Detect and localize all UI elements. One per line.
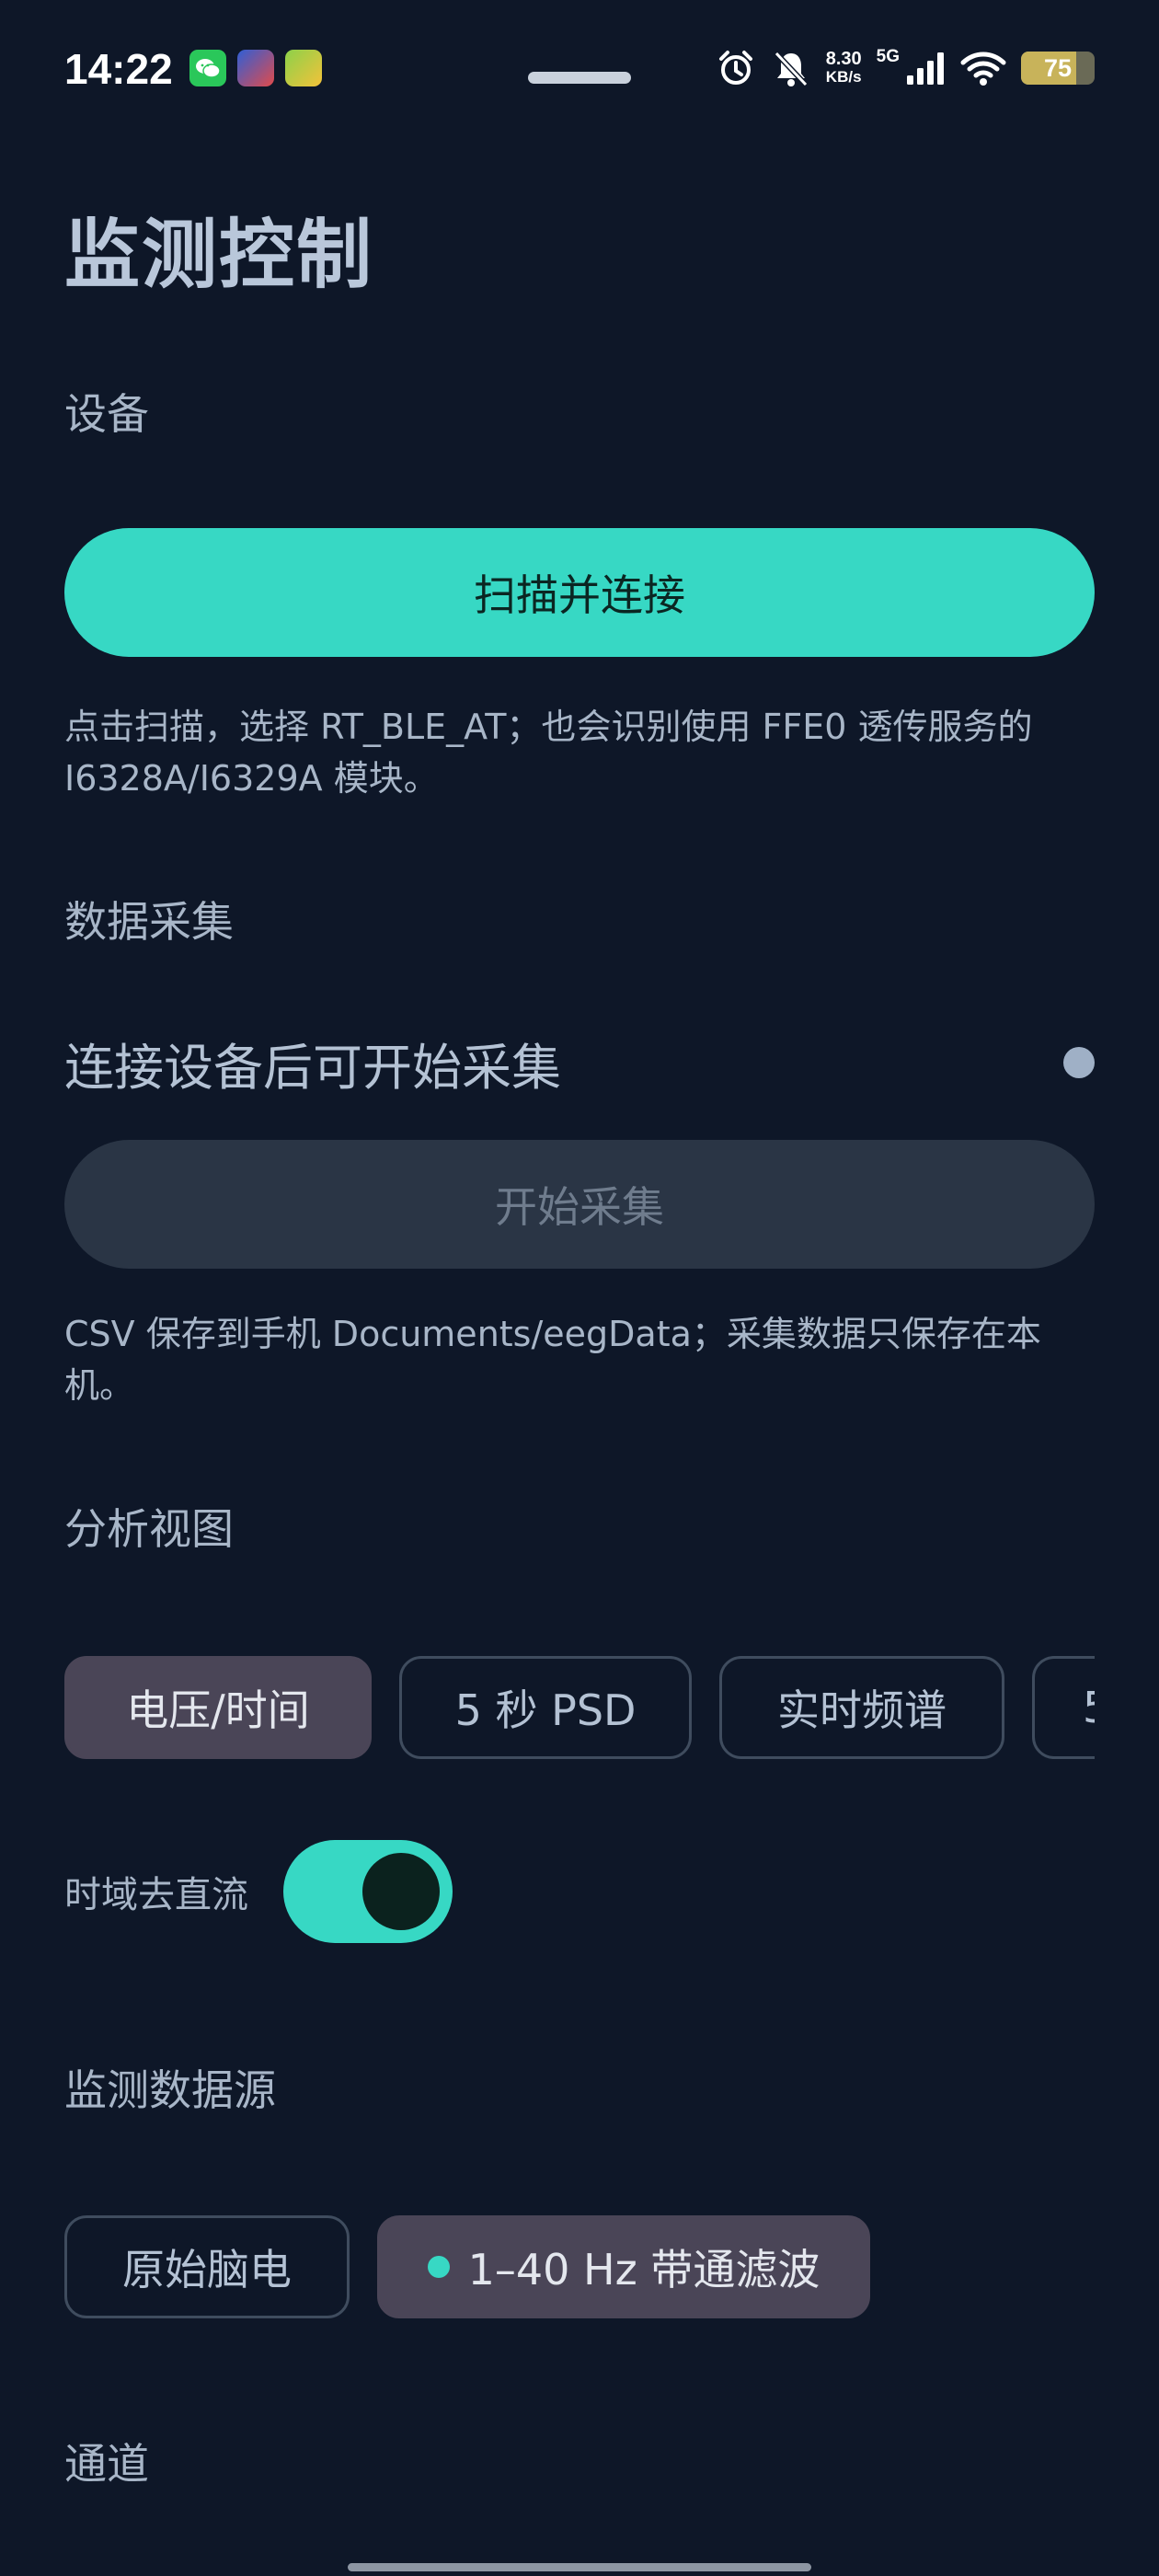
channel-section-label: 通道	[64, 2439, 149, 2489]
status-time: 14:22	[64, 45, 173, 93]
monitor-control-screen: 14:22 8.30 KB/s 5G 75 监测控制 设备 扫描并连接 点击扫描…	[0, 0, 1159, 2576]
view-tab-more[interactable]: 5	[1032, 1656, 1095, 1759]
analysis-view-tabs: 电压/时间 5 秒 PSD 实时频谱 5	[64, 1656, 1095, 1759]
home-indicator[interactable]	[348, 2563, 811, 2571]
game-app-icon	[237, 50, 274, 86]
status-right-icons: 8.30 KB/s 5G 75	[716, 47, 1095, 88]
view-tab-realtime-spectrum[interactable]: 实时频谱	[719, 1656, 1004, 1759]
game-app-icon	[285, 50, 322, 86]
wechat-icon	[189, 50, 226, 86]
signal-icon	[907, 52, 944, 85]
view-tab-5s-psd[interactable]: 5 秒 PSD	[399, 1656, 692, 1759]
connection-status-dot	[1063, 1047, 1095, 1078]
selected-indicator-dot	[427, 2256, 450, 2278]
dc-removal-row: 时域去直流	[64, 1840, 453, 1943]
acquisition-hint-text: CSV 保存到手机 Documents/eegData；采集数据只保存在本机。	[64, 1314, 1041, 1406]
battery-icon: 75	[1021, 52, 1095, 85]
source-option-raw-eeg[interactable]: 原始脑电	[64, 2215, 350, 2318]
alarm-icon	[718, 51, 752, 85]
dc-removal-toggle[interactable]	[283, 1840, 453, 1943]
network-type-label: 5G	[876, 47, 900, 66]
wifi-icon	[960, 52, 1006, 86]
view-tab-voltage-time[interactable]: 电压/时间	[64, 1656, 372, 1759]
source-section-label: 监测数据源	[64, 2065, 276, 2115]
top-handle[interactable]	[528, 72, 631, 84]
network-speed: 8.30 KB/s	[825, 49, 862, 86]
dc-removal-label: 时域去直流	[64, 1874, 248, 1916]
analysis-section-label: 分析视图	[64, 1504, 234, 1554]
source-option-bandpass[interactable]: 1–40 Hz 带通滤波	[377, 2215, 870, 2318]
notification-icons	[189, 50, 322, 86]
scan-connect-button[interactable]: 扫描并连接	[64, 528, 1095, 657]
acquisition-status-text: 连接设备后可开始采集	[64, 1038, 561, 1097]
device-section-label: 设备	[64, 389, 149, 439]
acquisition-section-label: 数据采集	[64, 897, 234, 947]
source-option-bandpass-label: 1–40 Hz 带通滤波	[467, 2245, 820, 2294]
page-title: 监测控制	[64, 212, 374, 299]
battery-level-text: 75	[1043, 53, 1073, 82]
toggle-knob	[362, 1853, 440, 1930]
start-acquisition-button[interactable]: 开始采集	[64, 1140, 1095, 1269]
bell-off-icon	[774, 51, 808, 87]
device-hint-text: 点击扫描，选择 RT_BLE_AT；也会识别使用 FFE0 透传服务的 I632…	[64, 707, 1033, 799]
source-options: 原始脑电 1–40 Hz 带通滤波	[64, 2215, 1095, 2318]
status-bar: 14:22 8.30 KB/s 5G 75	[0, 0, 1159, 138]
acquisition-status-row: 连接设备后可开始采集	[64, 1026, 1095, 1099]
